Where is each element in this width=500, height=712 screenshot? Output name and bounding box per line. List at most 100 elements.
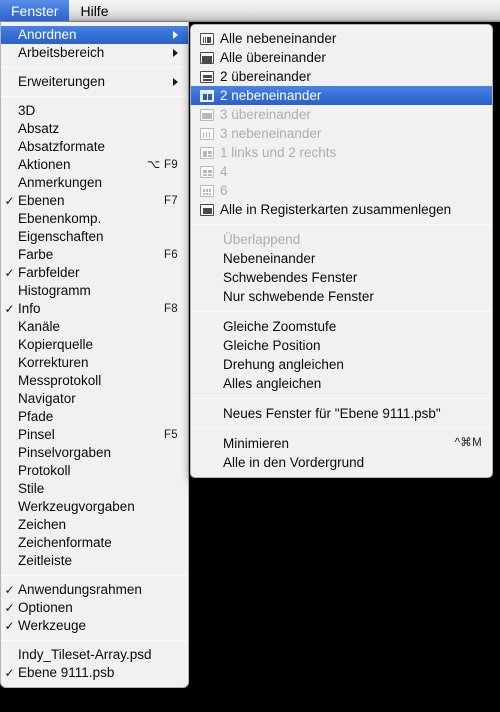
menu-item-label: Pfade: [18, 409, 54, 424]
checkmark-icon: ✓: [4, 302, 15, 316]
menu-item-alle-in-registerkarten-zusammenlegen[interactable]: Alle in Registerkarten zusammenlegen: [191, 200, 492, 219]
menu-item-ebene-9111-psb[interactable]: ✓ Ebene 9111.psb: [1, 664, 188, 682]
menu-item-shortcut: ^⌘M: [454, 437, 482, 449]
menu-item-stile[interactable]: Stile: [1, 480, 188, 498]
menu-item-2-uebereinander[interactable]: 2 übereinander: [191, 67, 492, 86]
two-up-vertical-icon: [200, 89, 214, 102]
menu-item-3d[interactable]: 3D: [1, 102, 188, 120]
menu-item-2-nebeneinander[interactable]: 2 nebeneinander: [191, 86, 492, 105]
menu-item-messprotokoll[interactable]: Messprotokoll: [1, 372, 188, 390]
menu-item-gleiche-position[interactable]: Gleiche Position: [191, 336, 492, 355]
menu-item-minimieren[interactable]: Minimieren ^⌘M: [191, 434, 492, 453]
menu-item-label: Kanäle: [18, 319, 61, 334]
menu-item-label: Eigenschaften: [18, 229, 104, 244]
menubar-item-fenster[interactable]: Fenster: [0, 0, 70, 21]
menu-item-1-links-und-2-rechts: 1 links und 2 rechts: [191, 143, 492, 162]
menu-item-navigator[interactable]: Navigator: [1, 390, 188, 408]
menubar-item-label: Hilfe: [80, 2, 109, 19]
menu-item-nebeneinander[interactable]: Nebeneinander: [191, 249, 492, 268]
menu-item-neues-fenster-fuer-ebene-9111-psb[interactable]: Neues Fenster für "Ebene 9111.psb": [191, 404, 492, 423]
menu-item-label: Absatzformate: [18, 139, 106, 154]
menu-item-anmerkungen[interactable]: Anmerkungen: [1, 174, 188, 192]
menu-item-label: 3D: [18, 103, 36, 118]
submenu-arrow-icon: [173, 49, 178, 57]
menu-item-label: Navigator: [18, 391, 76, 406]
menu-item-absatzformate[interactable]: Absatzformate: [1, 138, 188, 156]
menu-item-kanaele[interactable]: Kanäle: [1, 318, 188, 336]
menu-item-zeitleiste[interactable]: Zeitleiste: [1, 552, 188, 570]
menu-item-label: Gleiche Zoomstufe: [223, 319, 337, 334]
menu-item-eigenschaften[interactable]: Eigenschaften: [1, 228, 188, 246]
menu-item-zeichenformate[interactable]: Zeichenformate: [1, 534, 188, 552]
menu-item-label: Optionen: [18, 600, 73, 615]
menu-item-pinsel[interactable]: Pinsel F5: [1, 426, 188, 444]
menu-item-nur-schwebende-fenster[interactable]: Nur schwebende Fenster: [191, 287, 492, 306]
menu-item-alle-in-den-vordergrund[interactable]: Alle in den Vordergrund: [191, 453, 492, 472]
menu-item-erweiterungen[interactable]: Erweiterungen: [1, 73, 188, 91]
menubar-item-hilfe[interactable]: Hilfe: [69, 0, 119, 21]
menu-item-label: Alle in Registerkarten zusammenlegen: [220, 202, 452, 217]
menu-item-label: Werkzeugvorgaben: [18, 499, 135, 514]
menu-item-alle-nebeneinander[interactable]: Alle nebeneinander: [191, 29, 492, 48]
menu-item-label: Zeichenformate: [18, 535, 112, 550]
menu-item-label: Pinselvorgaben: [18, 445, 112, 460]
window-menu: Anordnen Arbeitsbereich Erweiterungen 3D…: [0, 22, 189, 688]
menu-separator: [1, 96, 188, 97]
menu-item-label: Ebenenkomp.: [18, 211, 102, 226]
menu-item-label: Korrekturen: [18, 355, 89, 370]
checkmark-icon: ✓: [4, 666, 15, 680]
menu-item-label: Nur schwebende Fenster: [223, 289, 374, 304]
menu-item-alle-uebereinander[interactable]: Alle übereinander: [191, 48, 492, 67]
menu-item-pfade[interactable]: Pfade: [1, 408, 188, 426]
menu-item-alles-angleichen[interactable]: Alles angleichen: [191, 374, 492, 393]
menu-item-farbfelder[interactable]: ✓ Farbfelder: [1, 264, 188, 282]
menu-item-info[interactable]: ✓ Info F8: [1, 300, 188, 318]
menu-item-anordnen[interactable]: Anordnen: [1, 26, 188, 44]
menu-item-arbeitsbereich[interactable]: Arbeitsbereich: [1, 44, 188, 62]
menu-item-label: Werkzeuge: [18, 618, 87, 633]
menu-item-shortcut: F6: [163, 249, 178, 261]
one-left-two-right-icon: [200, 146, 214, 159]
menu-item-label: Kopierquelle: [18, 337, 94, 352]
menu-item-optionen[interactable]: ✓ Optionen: [1, 599, 188, 617]
menu-separator: [1, 640, 188, 641]
checkmark-icon: ✓: [4, 601, 15, 615]
menu-item-histogramm[interactable]: Histogramm: [1, 282, 188, 300]
menu-item-werkzeugvorgaben[interactable]: Werkzeugvorgaben: [1, 498, 188, 516]
menu-item-gleiche-zoomstufe[interactable]: Gleiche Zoomstufe: [191, 317, 492, 336]
menu-item-label: Minimieren: [223, 436, 290, 451]
menu-item-shortcut: F5: [163, 429, 178, 441]
menu-item-label: Anordnen: [18, 27, 77, 42]
menu-item-label: 2 nebeneinander: [220, 88, 322, 103]
menu-item-label: Nebeneinander: [223, 251, 316, 266]
arrange-submenu: Alle nebeneinander Alle übereinander 2 übe…: [190, 24, 493, 478]
menu-item-label: Aktionen: [18, 157, 71, 172]
menu-item-korrekturen[interactable]: Korrekturen: [1, 354, 188, 372]
menu-item-label: Protokoll: [18, 463, 71, 478]
menu-item-label: Histogramm: [18, 283, 91, 298]
menu-item-kopierquelle[interactable]: Kopierquelle: [1, 336, 188, 354]
menu-item-schwebendes-fenster[interactable]: Schwebendes Fenster: [191, 268, 492, 287]
menu-item-werkzeuge[interactable]: ✓ Werkzeuge: [1, 617, 188, 635]
menu-item-zeichen[interactable]: Zeichen: [1, 516, 188, 534]
menu-item-label: Info: [18, 301, 41, 316]
menu-item-indy-tileset-array-psd[interactable]: Indy_Tileset-Array.psd: [1, 646, 188, 664]
menu-item-label: Gleiche Position: [223, 338, 321, 353]
panel-list: 3D Absatz Absatzformate Aktionen ⌥ F9 Anmerku…: [1, 102, 188, 570]
menu-item-farbe[interactable]: Farbe F6: [1, 246, 188, 264]
menu-item-pinselvorgaben[interactable]: Pinselvorgaben: [1, 444, 188, 462]
menu-item-label: 2 übereinander: [220, 69, 311, 84]
menu-item-drehung-angleichen[interactable]: Drehung angleichen: [191, 355, 492, 374]
menu-item-protokoll[interactable]: Protokoll: [1, 462, 188, 480]
menu-item-anwendungsrahmen[interactable]: ✓ Anwendungsrahmen: [1, 581, 188, 599]
menu-item-label: 1 links und 2 rechts: [220, 145, 337, 160]
menu-item-ebenenkomp[interactable]: Ebenenkomp.: [1, 210, 188, 228]
three-up-horizontal-icon: [200, 108, 214, 121]
four-up-grid-icon: [200, 165, 214, 178]
menu-item-label: Ebene 9111.psb: [18, 665, 115, 680]
menu-item-aktionen[interactable]: Aktionen ⌥ F9: [1, 156, 188, 174]
menu-item-absatz[interactable]: Absatz: [1, 120, 188, 138]
menu-item-label: Zeichen: [18, 517, 67, 532]
menu-item-4: 4: [191, 162, 492, 181]
menu-item-ebenen[interactable]: ✓ Ebenen F7: [1, 192, 188, 210]
